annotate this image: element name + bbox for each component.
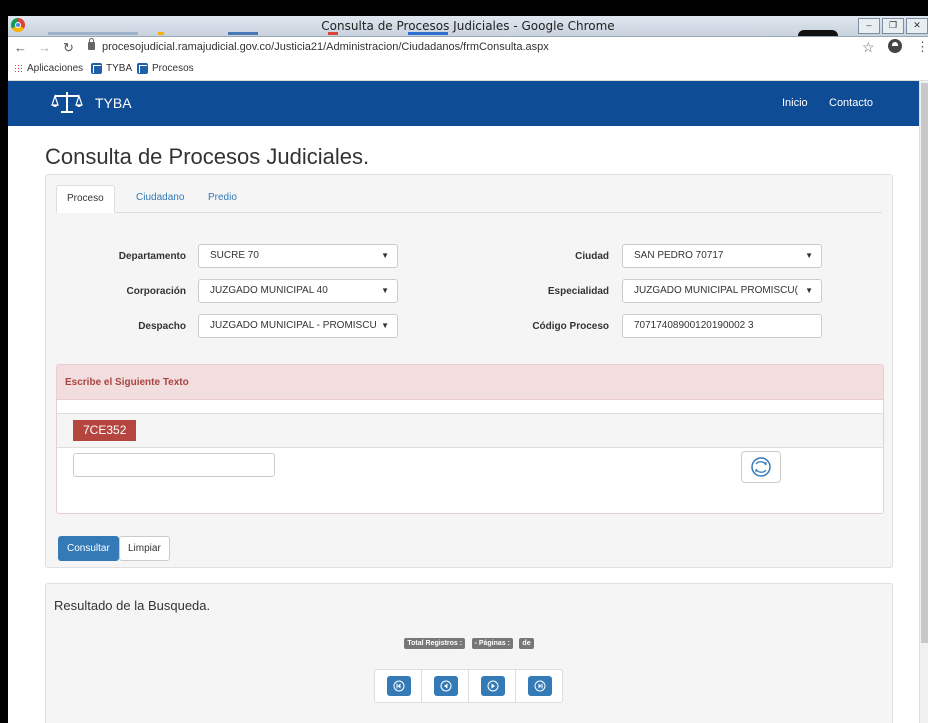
nav-inicio[interactable]: Inicio	[782, 97, 808, 109]
first-page-button[interactable]	[387, 676, 411, 696]
tab-proceso[interactable]: Proceso	[56, 185, 115, 213]
tyba-favicon-icon	[91, 63, 102, 74]
bookmark-tyba[interactable]: TYBA	[91, 63, 132, 74]
de-badge: de	[519, 638, 534, 649]
nav-contacto[interactable]: Contacto	[829, 97, 873, 109]
total-registros-badge: Total Registros :	[404, 638, 466, 649]
results-badges: Total Registros : - Páginas : de	[46, 632, 892, 650]
bookmark-procesos[interactable]: Procesos	[137, 63, 194, 74]
captcha-code: 7CE352	[73, 420, 137, 441]
window-title: Consulta de Procesos Judiciales - Google…	[321, 19, 615, 33]
browser-window: Consulta de Procesos Judiciales - Google…	[8, 16, 928, 723]
chevron-down-icon: ▼	[805, 286, 813, 295]
back-icon[interactable]: ←	[14, 40, 27, 55]
url-field[interactable]: procesojudicial.ramajudicial.gov.co/Just…	[102, 41, 549, 53]
procesos-favicon-icon	[137, 63, 148, 74]
captcha-input[interactable]	[73, 453, 275, 477]
tab-predio[interactable]: Predio	[198, 185, 247, 211]
account-icon[interactable]	[888, 39, 902, 53]
forward-icon[interactable]: →	[38, 40, 51, 55]
reload-icon[interactable]: ↻	[63, 40, 74, 56]
minimize-button[interactable]: –	[858, 18, 880, 34]
bookmarks-bar: Aplicaciones TYBA Procesos	[8, 58, 928, 81]
especialidad-label: Especialidad	[547, 286, 609, 297]
departamento-select[interactable]: SUCRE 70 ▼	[198, 244, 398, 268]
paginas-badge: - Páginas :	[471, 638, 513, 649]
ciudad-select[interactable]: SAN PEDRO 70717 ▼	[622, 244, 822, 268]
tabs: Proceso Ciudadano Predio	[56, 185, 882, 213]
last-page-button[interactable]	[528, 676, 552, 696]
first-page-icon	[393, 680, 405, 692]
codigo-proceso-label: Código Proceso	[532, 321, 609, 332]
limpiar-button[interactable]: Limpiar	[119, 536, 170, 561]
results-title: Resultado de la Busqueda.	[54, 598, 211, 613]
restore-button[interactable]: ❐	[882, 18, 904, 34]
despacho-label: Despacho	[138, 321, 186, 332]
close-button[interactable]: ✕	[906, 18, 928, 34]
menu-dots-icon[interactable]: ⋮	[916, 39, 928, 55]
despacho-select[interactable]: JUZGADO MUNICIPAL - PROMISCU ▼	[198, 314, 398, 338]
address-bar: ← → ↻ procesojudicial.ramajudicial.gov.c…	[8, 37, 928, 58]
page-title: Consulta de Procesos Judiciales.	[45, 144, 370, 169]
search-panel: Proceso Ciudadano Predio Departamento SU…	[45, 174, 893, 568]
chevron-down-icon: ▼	[381, 321, 389, 330]
results-panel: Resultado de la Busqueda. Total Registro…	[45, 583, 893, 723]
captcha-refresh-button[interactable]	[741, 451, 781, 483]
corporacion-select[interactable]: JUZGADO MUNICIPAL 40 ▼	[198, 279, 398, 303]
captcha-heading: Escribe el Siguiente Texto	[57, 365, 883, 400]
chevron-down-icon: ▼	[805, 251, 813, 260]
chevron-down-icon: ▼	[381, 251, 389, 260]
codigo-proceso-input[interactable]: 70717408900120190002 3	[622, 314, 822, 338]
tab-ciudadano[interactable]: Ciudadano	[126, 185, 194, 211]
especialidad-select[interactable]: JUZGADO MUNICIPAL PROMISCU(▼	[622, 279, 822, 303]
chevron-down-icon: ▼	[381, 286, 389, 295]
scrollbar[interactable]	[919, 81, 928, 723]
apps-grid-icon	[14, 64, 23, 73]
ciudad-label: Ciudad	[575, 251, 609, 262]
corporacion-label: Corporación	[126, 286, 186, 297]
next-page-button[interactable]	[481, 676, 505, 696]
prev-page-button[interactable]	[434, 676, 458, 696]
prev-page-icon	[440, 680, 452, 692]
last-page-icon	[534, 680, 546, 692]
scales-logo-icon[interactable]	[51, 90, 83, 116]
captcha-code-bar: 7CE352	[57, 413, 883, 448]
title-bar: Consulta de Procesos Judiciales - Google…	[8, 16, 928, 37]
scrollbar-thumb[interactable]	[921, 83, 928, 643]
site-navbar: TYBA Inicio Contacto	[8, 81, 919, 126]
next-page-icon	[487, 680, 499, 692]
lock-icon	[88, 38, 95, 50]
refresh-icon	[751, 457, 771, 477]
departamento-label: Departamento	[118, 251, 186, 262]
brand-label[interactable]: TYBA	[95, 95, 132, 111]
consultar-button[interactable]: Consultar	[58, 536, 119, 561]
bookmark-apps[interactable]: Aplicaciones	[14, 63, 83, 74]
captcha-panel: Escribe el Siguiente Texto 7CE352	[56, 364, 884, 514]
pager	[374, 669, 563, 703]
bookmark-star-icon[interactable]: ☆	[862, 39, 875, 56]
